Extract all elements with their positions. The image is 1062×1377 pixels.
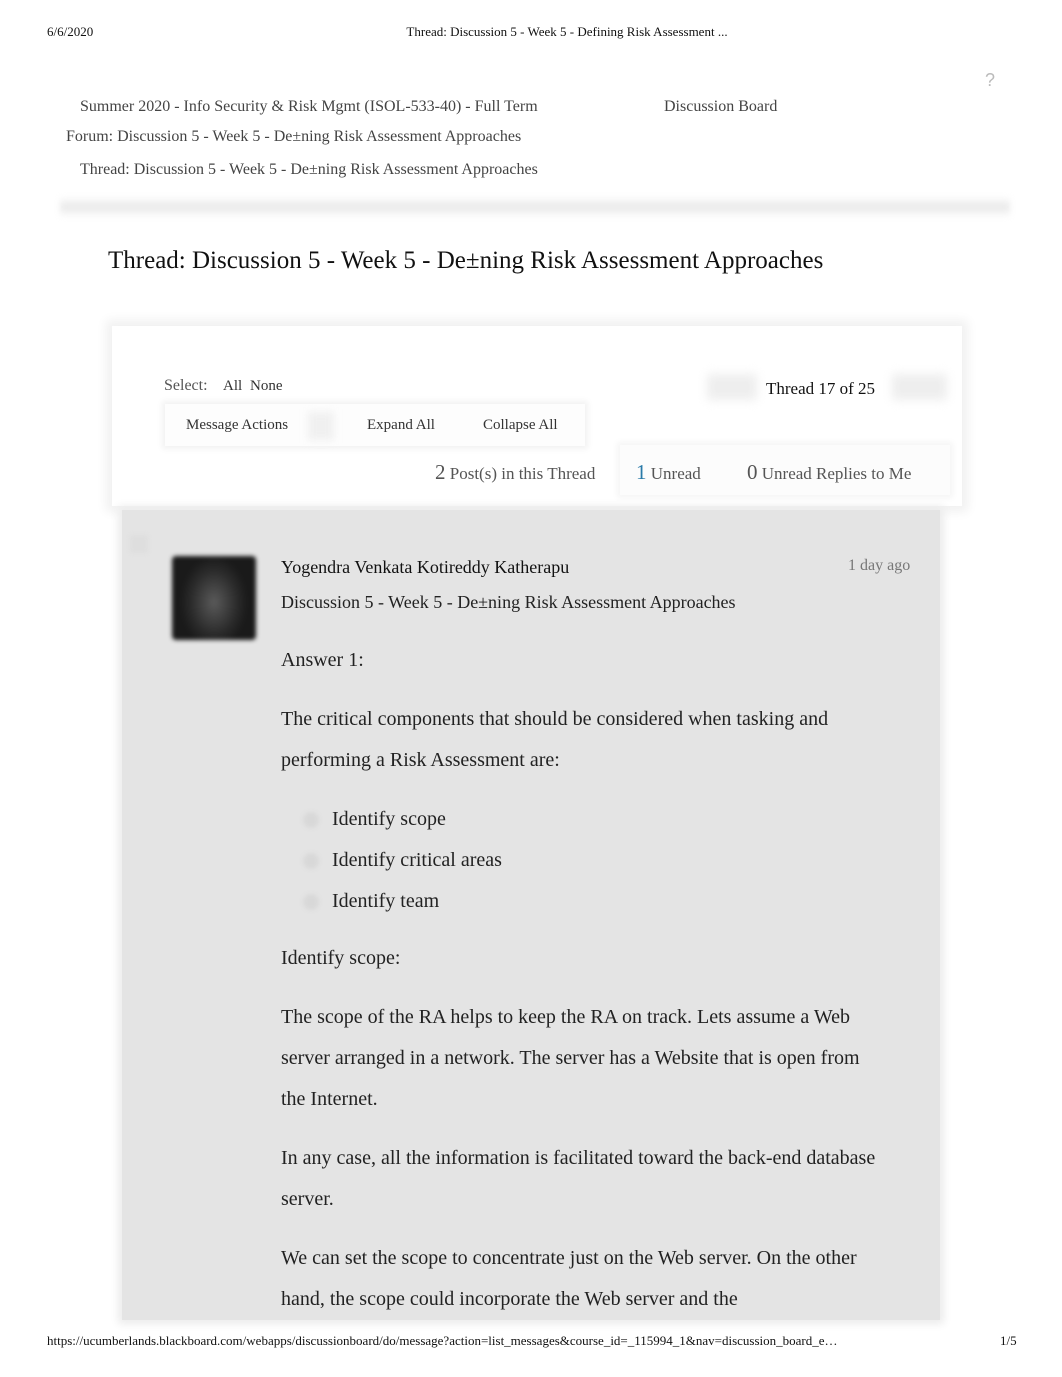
previous-thread-icon[interactable] (707, 374, 757, 400)
unread-replies-label: Unread Replies to Me (761, 464, 912, 483)
collapse-all-button[interactable]: Collapse All (483, 417, 558, 434)
list-item-text: Identify team (332, 890, 440, 912)
bullet-icon (303, 812, 319, 828)
unread-label: Unread (650, 464, 701, 483)
post-select-checkbox[interactable] (130, 535, 148, 553)
print-page-title: Thread: Discussion 5 - Week 5 - Defining… (406, 24, 728, 39)
breadcrumb-discussion-board[interactable]: Discussion Board (664, 98, 777, 116)
message-actions-button[interactable]: Message Actions (186, 417, 288, 434)
breadcrumb-thread: Thread: Discussion 5 - Week 5 - De±ning … (80, 161, 538, 178)
next-thread-icon[interactable] (892, 374, 947, 400)
print-footer-url: https://ucumberlands.blackboard.com/weba… (47, 1333, 838, 1348)
select-label: Select: (164, 377, 208, 394)
list-item-text: Identify critical areas (332, 849, 502, 871)
select-none-link[interactable]: None (250, 378, 283, 395)
thread-position: Thread 17 of 25 (766, 379, 876, 398)
breadcrumb-course[interactable]: Summer 2020 - Info Security & Risk Mgmt … (80, 98, 538, 116)
unread-stat[interactable]: 1 Unread (636, 460, 701, 485)
list-item: Identify critical areas (303, 840, 881, 881)
bullet-icon (303, 853, 319, 869)
post-body: Answer 1: The critical components that s… (281, 640, 881, 1338)
intro-paragraph: The critical components that should be c… (281, 708, 829, 771)
print-page-number: 1/5 (1000, 1333, 1017, 1348)
components-list: Identify scope Identify critical areas I… (303, 799, 881, 922)
select-all-link[interactable]: All (223, 378, 242, 395)
posts-count-stat: 2 Post(s) in this Thread (435, 460, 595, 485)
list-item-text: Identify scope (332, 808, 446, 830)
post-subject: Discussion 5 - Week 5 - De±ning Risk Ass… (281, 592, 736, 612)
posts-count-label: Post(s) in this Thread (449, 464, 596, 483)
list-item: Identify scope (303, 799, 881, 840)
breadcrumb-forum[interactable]: Forum: Discussion 5 - Week 5 - De±ning R… (66, 128, 521, 146)
message-actions-dropdown-icon[interactable] (308, 412, 334, 440)
scope-heading: Identify scope: (281, 947, 401, 969)
posts-count: 2 (435, 460, 446, 484)
header-divider (60, 196, 1010, 218)
page-title: Thread: Discussion 5 - Week 5 - De±ning … (108, 247, 824, 274)
unread-replies-count: 0 (747, 460, 758, 484)
help-icon[interactable]: ? (985, 70, 995, 91)
avatar (172, 556, 256, 640)
scope-paragraph-1: The scope of the RA helps to keep the RA… (281, 1006, 860, 1110)
scope-paragraph-3: We can set the scope to concentrate just… (281, 1247, 857, 1310)
post-author[interactable]: Yogendra Venkata Kotireddy Katherapu (281, 557, 569, 578)
unread-replies-stat: 0 Unread Replies to Me (747, 460, 911, 485)
bullet-icon (303, 894, 319, 910)
post-timestamp: 1 day ago (848, 557, 911, 574)
list-item: Identify team (303, 881, 881, 922)
unread-count: 1 (636, 460, 647, 484)
answer-heading: Answer 1: (281, 649, 364, 671)
scope-paragraph-2: In any case, all the information is faci… (281, 1147, 876, 1210)
expand-all-button[interactable]: Expand All (367, 417, 435, 434)
